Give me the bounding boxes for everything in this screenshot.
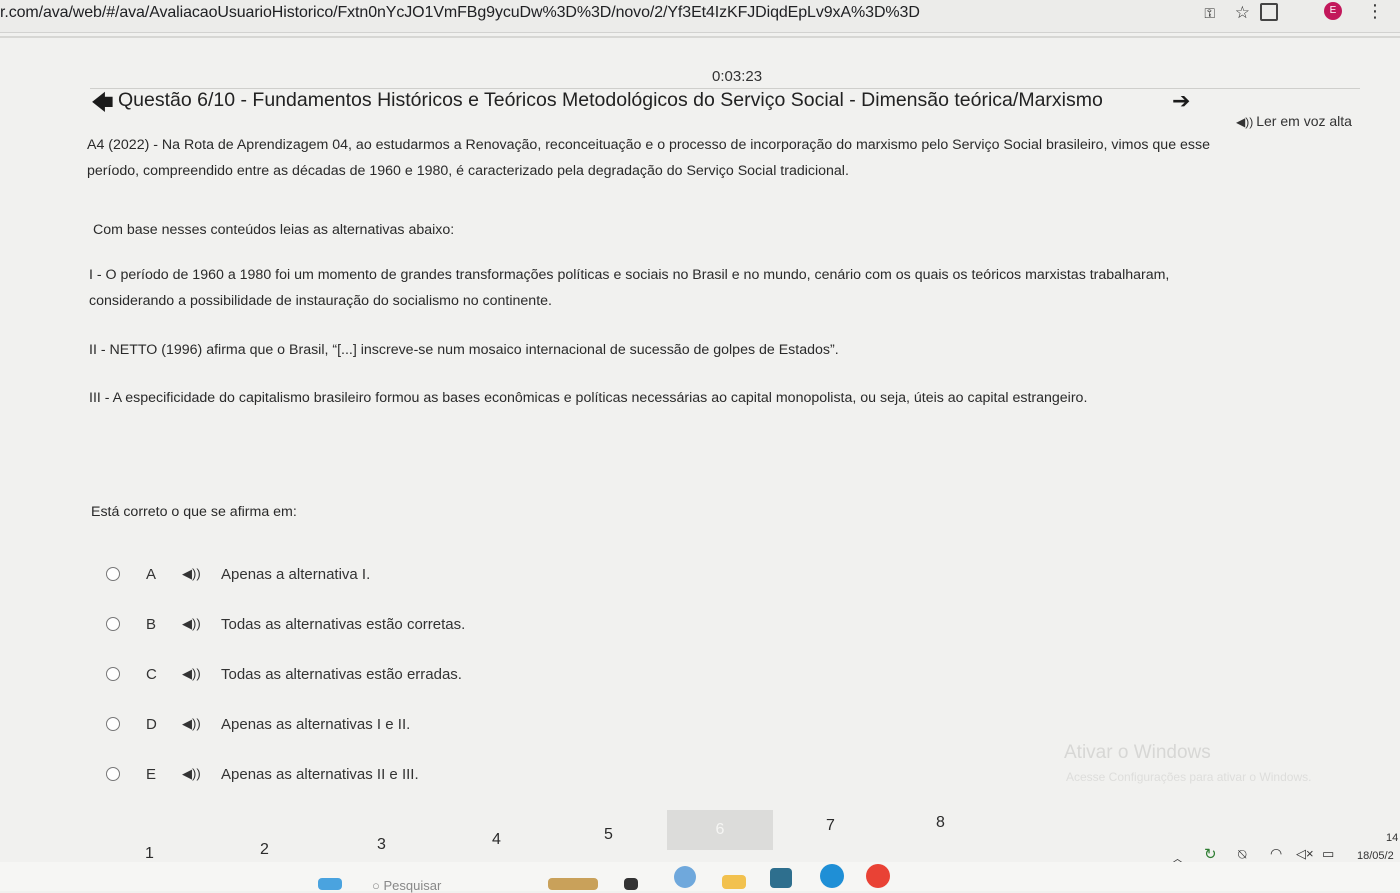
speaker-icon[interactable]: ◀)) — [182, 616, 201, 632]
question-intro-line1: A4 (2022) - Na Rota de Aprendizagem 04, … — [87, 137, 1210, 153]
read-aloud-button[interactable]: ◀)) Ler em voz alta — [1236, 113, 1352, 129]
previous-question-arrow-icon[interactable]: 🡄 — [91, 92, 114, 114]
address-bar[interactable]: r.com/ava/web/#/ava/AvaliacaoUsuarioHist… — [0, 0, 1400, 33]
option-text: Todas as alternativas estão corretas. — [221, 615, 466, 633]
widgets-icon[interactable] — [548, 878, 598, 890]
page-2[interactable]: 2 — [260, 841, 269, 859]
windows-activation-subtitle: Acesse Configurações para ativar o Windo… — [1066, 770, 1312, 784]
extension-icon[interactable] — [1260, 3, 1278, 21]
radio-button[interactable] — [106, 617, 120, 631]
page-7[interactable]: 7 — [826, 817, 835, 835]
page-3[interactable]: 3 — [377, 836, 386, 854]
divider — [0, 36, 1400, 38]
wifi-icon[interactable]: ◠ — [1270, 845, 1282, 862]
option-text: Apenas as alternativas II e III. — [221, 765, 419, 783]
task-view-icon[interactable] — [624, 878, 638, 890]
notifications-off-icon[interactable]: ⍉ — [1238, 846, 1246, 863]
question-title: Questão 6/10 - Fundamentos Históricos e … — [118, 89, 1103, 111]
clock-time[interactable]: 14 — [1386, 832, 1398, 844]
app-tray-icon[interactable]: ↻ — [1204, 845, 1217, 863]
page-5[interactable]: 5 — [604, 826, 613, 844]
edge-icon[interactable] — [820, 864, 844, 888]
chrome-icon[interactable] — [866, 864, 890, 888]
question-pagination: 1 2 3 4 5 6 7 8 — [0, 805, 1000, 865]
statement-2: II - NETTO (1996) afirma que o Brasil, “… — [89, 342, 839, 358]
page-6-active[interactable]: 6 — [667, 810, 773, 850]
speaker-icon[interactable]: ◀)) — [182, 666, 201, 682]
statement-1-line2: considerando a possibilidade de instaura… — [89, 293, 552, 309]
volume-muted-icon[interactable]: ◁× — [1296, 846, 1314, 862]
radio-button[interactable] — [106, 767, 120, 781]
file-explorer-icon[interactable] — [722, 875, 746, 889]
windows-start-icon[interactable] — [318, 878, 342, 890]
option-text: Apenas as alternativas I e II. — [221, 715, 411, 733]
read-aloud-label: Ler em voz alta — [1256, 113, 1352, 129]
star-icon[interactable]: ☆ — [1235, 3, 1250, 23]
option-e[interactable]: E ◀)) Apenas as alternativas II e III. — [106, 762, 606, 786]
menu-icon[interactable]: ⋮ — [1366, 1, 1384, 22]
statement-1-line1: I - O período de 1960 a 1980 foi um mome… — [89, 267, 1170, 283]
url-text[interactable]: r.com/ava/web/#/ava/AvaliacaoUsuarioHist… — [0, 4, 920, 22]
battery-icon[interactable]: ▭ — [1322, 846, 1334, 862]
windows-activation-watermark: Ativar o Windows — [1064, 742, 1211, 763]
radio-button[interactable] — [106, 667, 120, 681]
option-letter: B — [146, 615, 157, 633]
key-icon[interactable]: ⚿ — [1204, 5, 1215, 22]
option-text: Apenas a alternativa I. — [221, 565, 371, 583]
statement-3: III - A especificidade do capitalismo br… — [89, 390, 1088, 406]
option-b[interactable]: B ◀)) Todas as alternativas estão corret… — [106, 612, 606, 636]
speaker-icon[interactable]: ◀)) — [182, 716, 201, 732]
option-letter: D — [146, 715, 157, 733]
option-letter: E — [146, 765, 157, 783]
radio-button[interactable] — [106, 717, 120, 731]
page-8[interactable]: 8 — [936, 814, 945, 832]
page-4[interactable]: 4 — [492, 831, 501, 849]
speaker-icon[interactable]: ◀)) — [182, 766, 201, 782]
option-c[interactable]: C ◀)) Todas as alternativas estão errada… — [106, 662, 606, 686]
profile-icon[interactable]: E — [1324, 2, 1342, 20]
page-1[interactable]: 1 — [145, 845, 154, 863]
option-a[interactable]: A ◀)) Apenas a alternativa I. — [106, 562, 606, 586]
question-base-text: Com base nesses conteúdos leias as alter… — [93, 222, 455, 238]
clock-date[interactable]: 18/05/2 — [1357, 850, 1394, 862]
next-question-arrow-icon[interactable]: ➔ — [1172, 88, 1190, 114]
speaker-icon[interactable]: ◀)) — [182, 566, 201, 582]
question-prompt: Está correto o que se afirma em: — [91, 504, 297, 520]
question-intro-line2: período, compreendido entre as décadas d… — [87, 163, 849, 179]
option-letter: C — [146, 665, 157, 683]
taskbar — [0, 862, 1400, 891]
radio-button[interactable] — [106, 567, 120, 581]
option-letter: A — [146, 565, 157, 583]
speaker-icon: ◀)) — [1236, 115, 1254, 129]
store-icon[interactable] — [770, 868, 792, 888]
option-text: Todas as alternativas estão erradas. — [221, 665, 462, 683]
option-d[interactable]: D ◀)) Apenas as alternativas I e II. — [106, 712, 606, 736]
timer: 0:03:23 — [712, 68, 763, 85]
copilot-icon[interactable] — [674, 866, 696, 888]
